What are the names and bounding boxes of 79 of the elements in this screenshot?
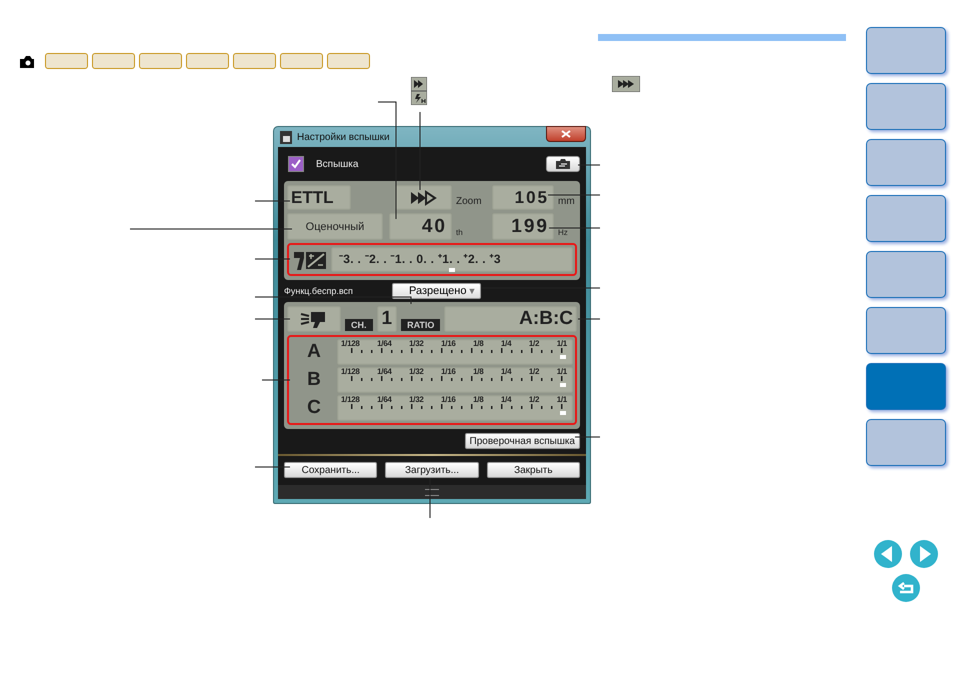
camera-swap-button[interactable] <box>546 156 580 172</box>
flash-compensation-icon <box>293 250 327 270</box>
count-unit: th <box>455 227 464 239</box>
camera-swap-icon <box>554 158 572 170</box>
mode-tag[interactable] <box>280 53 323 69</box>
app-icon <box>280 130 292 144</box>
ratio-value: A:B:C <box>444 306 577 332</box>
checkbox-label: Вспышка <box>316 158 360 170</box>
zoom-unit: mm <box>557 195 576 209</box>
chapter-tab[interactable] <box>866 83 946 130</box>
dialog-button[interactable]: Сохранить... <box>284 462 378 478</box>
close-icon <box>561 130 571 138</box>
mode-tag[interactable] <box>327 53 370 69</box>
scale-label: 1/4 <box>501 395 512 404</box>
channel-value: 1 <box>376 306 398 332</box>
next-page-icon <box>909 539 939 569</box>
scale-label: 1/2 <box>528 367 540 376</box>
wireless-dropdown[interactable]: Разрещено▼ <box>392 283 482 299</box>
metering-value: Оценочный <box>287 213 383 240</box>
scale-label: 1/128 <box>341 339 360 348</box>
scale-label: 1/2 <box>528 339 540 348</box>
scale-label: 1/64 <box>377 367 392 376</box>
group-name: A <box>306 341 322 363</box>
scale-label: 1/4 <box>501 367 512 376</box>
test-flash-button[interactable]: Проверочная вспышка <box>464 433 580 449</box>
scale-label: 1/16 <box>441 339 456 348</box>
group-name: C <box>306 397 322 419</box>
scale-label: 1/8 <box>473 339 484 348</box>
resize-grip[interactable] <box>425 488 439 496</box>
window-title: Настройки вспышки <box>297 132 391 142</box>
high-speed-icon <box>612 76 640 92</box>
high-speed-icon <box>411 77 427 91</box>
back-icon <box>891 573 921 603</box>
scale-label: 1/64 <box>377 395 392 404</box>
zoom-label: Zoom <box>455 195 483 209</box>
chapter-tab[interactable] <box>866 251 946 298</box>
channel-label: CH. <box>345 319 372 331</box>
scale-label: 1/32 <box>409 339 424 348</box>
scale-label: 1/8 <box>473 367 484 376</box>
frequency-value: 199 <box>492 213 554 240</box>
wireless-label: Функц.беспр.всп <box>284 286 354 296</box>
chapter-tab[interactable] <box>866 195 946 242</box>
mode-tag[interactable] <box>45 53 88 69</box>
camera-icon <box>19 54 35 68</box>
scale-label: 1/16 <box>441 367 456 376</box>
scale-label: 1/1 <box>556 339 567 348</box>
compensation-scale: ⁻3. . ⁻2. . ⁻1. . 0. . ⁺1. . ⁺2. . ⁺3 <box>339 251 502 267</box>
count-value: 40 <box>389 213 452 240</box>
ratio-label: RATIO <box>401 319 440 331</box>
scale-label: 1/1 <box>556 367 567 376</box>
mode-tag[interactable] <box>186 53 229 69</box>
checkbox[interactable] <box>288 156 304 172</box>
scale-label: 1/32 <box>409 367 424 376</box>
dialog-button[interactable]: Закрыть <box>486 462 580 478</box>
scale-label: 1/2 <box>528 395 540 404</box>
mode-value: ETTL <box>287 185 351 210</box>
scale-label: 1/8 <box>473 395 484 404</box>
flash-h-icon <box>411 91 427 105</box>
scale-label: 1/16 <box>441 395 456 404</box>
scale-label: 1/64 <box>377 339 392 348</box>
scale-label: 1/4 <box>501 339 512 348</box>
high-speed-icon <box>408 190 438 206</box>
scale-label: 1/32 <box>409 395 424 404</box>
scale-label: 1/128 <box>341 395 360 404</box>
close-button[interactable] <box>546 126 586 142</box>
chapter-tab[interactable] <box>866 27 946 74</box>
scale-label: 1/1 <box>556 395 567 404</box>
group-name: B <box>306 369 322 391</box>
chapter-tab[interactable] <box>866 419 946 466</box>
chapter-tab[interactable] <box>866 307 946 354</box>
previous-page-icon <box>873 539 903 569</box>
frequency-unit: Hz <box>557 227 569 239</box>
dialog-button[interactable]: Загрузить... <box>385 462 479 478</box>
mode-tag[interactable] <box>233 53 276 69</box>
scale-label: 1/128 <box>341 367 360 376</box>
mode-tag[interactable] <box>92 53 135 69</box>
mode-tag[interactable] <box>139 53 182 69</box>
zoom-value: 105 <box>492 185 554 210</box>
chapter-tab[interactable] <box>866 139 946 186</box>
